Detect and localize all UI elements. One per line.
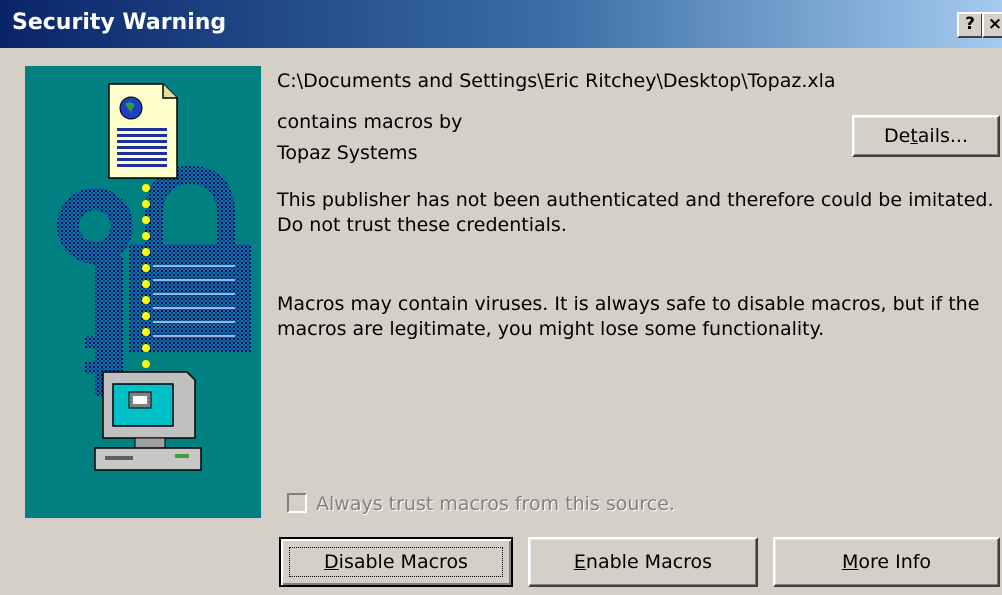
help-icon: ? [965,14,975,34]
help-button[interactable]: ? [957,12,983,38]
computer-icon [94,371,202,471]
close-button[interactable]: × [982,12,1002,38]
always-trust-checkbox[interactable] [287,493,307,513]
details-button[interactable]: Details... [852,115,1000,157]
macros-by-label: contains macros by [277,111,463,133]
enable-macros-label: Enable Macros [573,551,713,573]
publisher-name: Topaz Systems [277,142,418,164]
details-button-label: Details... [884,125,968,147]
window-title: Security Warning [12,10,227,35]
disable-macros-button[interactable]: Disable Macros [279,537,513,587]
authentication-warning: This publisher has not been authenticate… [277,189,994,236]
security-illustration-icon [57,83,251,471]
focus-ring [289,547,503,577]
more-info-label: More Info [841,551,932,573]
title-bar[interactable]: Security Warning ? × [0,0,1002,48]
key-icon [57,188,133,396]
document-icon [108,83,178,179]
always-trust-label: Always trust macros from this source. [316,493,675,515]
more-info-button[interactable]: More Info [773,537,1000,587]
padlock-icon [129,166,251,352]
macro-virus-warning: Macros may contain viruses. It is always… [277,293,980,340]
enable-macros-button[interactable]: Enable Macros [528,537,758,587]
security-illustration [25,66,261,518]
close-icon: × [987,14,1002,34]
security-warning-dialog: Security Warning ? × C:\Documents and Se… [0,0,1002,595]
file-path: C:\Documents and Settings\Eric Ritchey\D… [277,70,836,92]
